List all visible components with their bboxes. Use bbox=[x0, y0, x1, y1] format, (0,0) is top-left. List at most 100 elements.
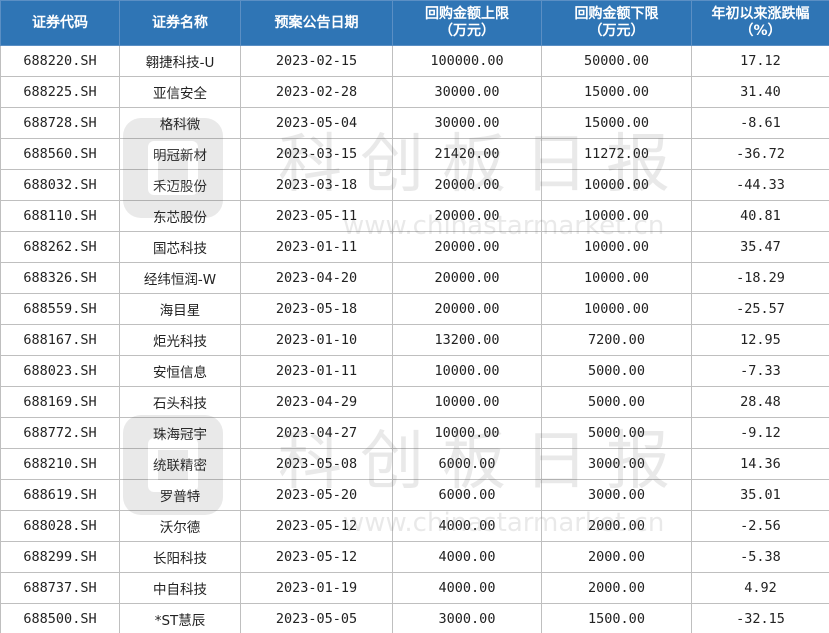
header-buyback-upper: 回购金额上限 （万元） bbox=[392, 0, 542, 46]
cell-security-name: 石头科技 bbox=[119, 386, 241, 418]
cell-ytd-change: -9.12 bbox=[691, 417, 829, 449]
cell-ytd-change: 35.47 bbox=[691, 231, 829, 263]
cell-buyback-upper: 4000.00 bbox=[392, 572, 542, 604]
cell-buyback-lower: 10000.00 bbox=[541, 200, 692, 232]
table-row: 688728.SH 格科微 2023-05-04 30000.00 15000.00 -8… bbox=[0, 107, 829, 139]
table-body: 688220.SH 翱捷科技-U 2023-02-15 100000.00 50000.… bbox=[0, 45, 829, 633]
cell-buyback-lower: 2000.00 bbox=[541, 541, 692, 573]
table-row: 688772.SH 珠海冠宇 2023-04-27 10000.00 5000.00 -9… bbox=[0, 417, 829, 449]
cell-buyback-lower: 15000.00 bbox=[541, 107, 692, 139]
cell-buyback-lower: 50000.00 bbox=[541, 45, 692, 77]
cell-buyback-lower: 5000.00 bbox=[541, 417, 692, 449]
table-row: 688023.SH 安恒信息 2023-01-11 10000.00 5000.00 -7… bbox=[0, 355, 829, 387]
table-row: 688169.SH 石头科技 2023-04-29 10000.00 5000.00 28… bbox=[0, 386, 829, 418]
cell-ytd-change: 35.01 bbox=[691, 479, 829, 511]
cell-announcement-date: 2023-05-12 bbox=[240, 541, 393, 573]
cell-buyback-lower: 10000.00 bbox=[541, 169, 692, 201]
cell-ytd-change: 28.48 bbox=[691, 386, 829, 418]
cell-buyback-lower: 3000.00 bbox=[541, 479, 692, 511]
header-buyback-lower: 回购金额下限 （万元） bbox=[541, 0, 692, 46]
cell-announcement-date: 2023-05-12 bbox=[240, 510, 393, 542]
cell-security-name: 沃尔德 bbox=[119, 510, 241, 542]
cell-security-code: 688225.SH bbox=[0, 76, 120, 108]
cell-ytd-change: -36.72 bbox=[691, 138, 829, 170]
table-row: 688032.SH 禾迈股份 2023-03-18 20000.00 10000.00-… bbox=[0, 169, 829, 201]
table-row: 688326.SH 经纬恒润-W 2023-04-20 20000.00 10000.0… bbox=[0, 262, 829, 294]
header-ytd-change: 年初以来涨跌幅 （%） bbox=[691, 0, 829, 46]
cell-announcement-date: 2023-01-11 bbox=[240, 355, 393, 387]
cell-security-code: 688559.SH bbox=[0, 293, 120, 325]
table-row: 688299.SH 长阳科技 2023-05-12 4000.00 2000.00 -5.… bbox=[0, 541, 829, 573]
cell-security-code: 688560.SH bbox=[0, 138, 120, 170]
cell-security-code: 688032.SH bbox=[0, 169, 120, 201]
cell-buyback-upper: 4000.00 bbox=[392, 541, 542, 573]
cell-security-code: 688167.SH bbox=[0, 324, 120, 356]
table-row: 688167.SH 炬光科技 2023-01-10 13200.00 7200.00 12… bbox=[0, 324, 829, 356]
header-announcement-date: 预案公告日期 bbox=[240, 0, 393, 46]
cell-announcement-date: 2023-01-19 bbox=[240, 572, 393, 604]
table-row: 688110.SH 东芯股份 2023-05-11 20000.00 10000.00 4… bbox=[0, 200, 829, 232]
cell-buyback-upper: 20000.00 bbox=[392, 293, 542, 325]
cell-buyback-upper: 10000.00 bbox=[392, 417, 542, 449]
cell-ytd-change: 12.95 bbox=[691, 324, 829, 356]
cell-security-name: 统联精密 bbox=[119, 448, 241, 480]
cell-announcement-date: 2023-05-05 bbox=[240, 603, 393, 633]
table-row: 688737.SH 中自科技 2023-01-19 4000.00 2000.00 4.9… bbox=[0, 572, 829, 604]
cell-buyback-lower: 7200.00 bbox=[541, 324, 692, 356]
cell-announcement-date: 2023-04-27 bbox=[240, 417, 393, 449]
cell-announcement-date: 2023-01-11 bbox=[240, 231, 393, 263]
cell-security-name: 东芯股份 bbox=[119, 200, 241, 232]
cell-announcement-date: 2023-04-20 bbox=[240, 262, 393, 294]
cell-buyback-lower: 2000.00 bbox=[541, 572, 692, 604]
cell-security-name: 炬光科技 bbox=[119, 324, 241, 356]
cell-buyback-upper: 13200.00 bbox=[392, 324, 542, 356]
cell-buyback-lower: 1500.00 bbox=[541, 603, 692, 633]
cell-security-code: 688220.SH bbox=[0, 45, 120, 77]
cell-ytd-change: 14.36 bbox=[691, 448, 829, 480]
cell-security-name: 翱捷科技-U bbox=[119, 45, 241, 77]
cell-security-name: 经纬恒润-W bbox=[119, 262, 241, 294]
cell-buyback-upper: 20000.00 bbox=[392, 231, 542, 263]
cell-buyback-lower: 10000.00 bbox=[541, 262, 692, 294]
cell-buyback-upper: 10000.00 bbox=[392, 386, 542, 418]
cell-announcement-date: 2023-03-15 bbox=[240, 138, 393, 170]
cell-security-name: 安恒信息 bbox=[119, 355, 241, 387]
cell-security-name: 明冠新材 bbox=[119, 138, 241, 170]
cell-buyback-upper: 21420.00 bbox=[392, 138, 542, 170]
cell-security-code: 688619.SH bbox=[0, 479, 120, 511]
table-row: 688559.SH 海目星 2023-05-18 20000.00 10000.00 -2… bbox=[0, 293, 829, 325]
cell-security-code: 688023.SH bbox=[0, 355, 120, 387]
cell-buyback-upper: 6000.00 bbox=[392, 479, 542, 511]
cell-buyback-upper: 20000.00 bbox=[392, 169, 542, 201]
cell-buyback-upper: 20000.00 bbox=[392, 262, 542, 294]
table-row: 688262.SH 国芯科技 2023-01-11 20000.00 10000.00 3… bbox=[0, 231, 829, 263]
cell-security-code: 688737.SH bbox=[0, 572, 120, 604]
cell-ytd-change: 17.12 bbox=[691, 45, 829, 77]
cell-security-name: 海目星 bbox=[119, 293, 241, 325]
cell-ytd-change: -2.56 bbox=[691, 510, 829, 542]
cell-buyback-lower: 15000.00 bbox=[541, 76, 692, 108]
cell-buyback-lower: 10000.00 bbox=[541, 231, 692, 263]
cell-announcement-date: 2023-02-15 bbox=[240, 45, 393, 77]
cell-buyback-upper: 3000.00 bbox=[392, 603, 542, 633]
cell-buyback-lower: 10000.00 bbox=[541, 293, 692, 325]
cell-buyback-lower: 5000.00 bbox=[541, 355, 692, 387]
cell-security-code: 688772.SH bbox=[0, 417, 120, 449]
cell-security-name: *ST慧辰 bbox=[119, 603, 241, 633]
cell-ytd-change: -32.15 bbox=[691, 603, 829, 633]
cell-announcement-date: 2023-01-10 bbox=[240, 324, 393, 356]
cell-security-name: 珠海冠宇 bbox=[119, 417, 241, 449]
cell-buyback-upper: 30000.00 bbox=[392, 76, 542, 108]
cell-security-code: 688326.SH bbox=[0, 262, 120, 294]
cell-announcement-date: 2023-04-29 bbox=[240, 386, 393, 418]
cell-security-name: 亚信安全 bbox=[119, 76, 241, 108]
cell-security-code: 688728.SH bbox=[0, 107, 120, 139]
cell-security-name: 中自科技 bbox=[119, 572, 241, 604]
cell-buyback-lower: 2000.00 bbox=[541, 510, 692, 542]
cell-security-name: 格科微 bbox=[119, 107, 241, 139]
table-row: 688560.SH 明冠新材 2023-03-15 21420.00 11272.00-… bbox=[0, 138, 829, 170]
cell-announcement-date: 2023-05-20 bbox=[240, 479, 393, 511]
cell-security-name: 禾迈股份 bbox=[119, 169, 241, 201]
cell-security-code: 688299.SH bbox=[0, 541, 120, 573]
cell-announcement-date: 2023-03-18 bbox=[240, 169, 393, 201]
